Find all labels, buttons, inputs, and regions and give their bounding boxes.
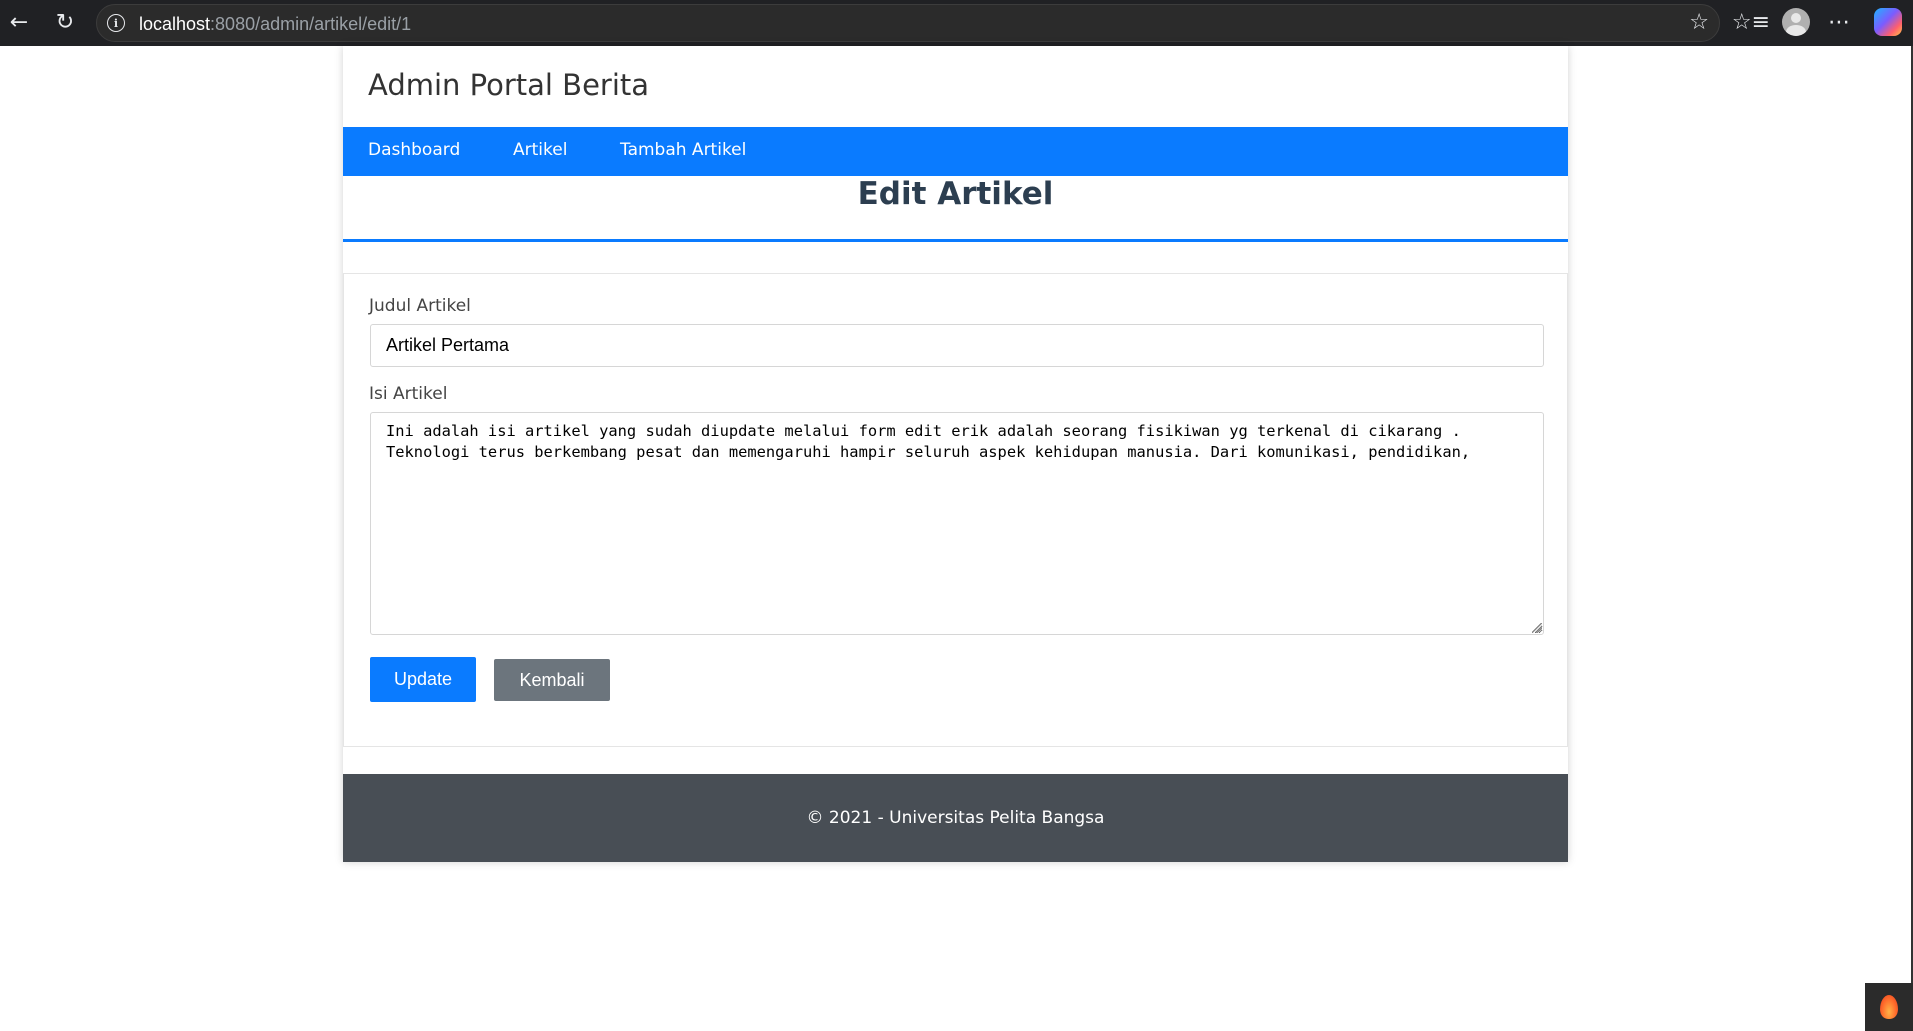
flame-icon <box>1880 995 1898 1019</box>
nav-link-artikel[interactable]: Artikel <box>513 140 567 160</box>
site-title: Admin Portal Berita <box>368 68 650 102</box>
edit-article-form: Judul Artikel Isi Artikel Ini adalah isi… <box>343 273 1568 747</box>
favorites-list-icon[interactable]: ☆≡ <box>1732 6 1770 40</box>
more-menu-icon[interactable]: ⋯ <box>1822 6 1856 40</box>
content-label: Isi Artikel <box>369 384 448 404</box>
page-title: Edit Artikel <box>857 176 1054 212</box>
site-header: Admin Portal Berita <box>343 46 1568 127</box>
page-heading-section: Edit Artikel <box>343 176 1568 242</box>
info-icon[interactable]: i <box>107 14 125 32</box>
back-button[interactable]: Kembali <box>494 659 610 701</box>
url-path: :8080/admin/artikel/edit/1 <box>210 14 412 34</box>
copilot-icon[interactable] <box>1874 8 1902 36</box>
site-footer: © 2021 - Universitas Pelita Bangsa <box>343 774 1568 862</box>
main-navbar: Dashboard Artikel Tambah Artikel <box>343 127 1568 176</box>
footer-copyright: © 2021 - Universitas Pelita Bangsa <box>806 808 1105 828</box>
profile-avatar-icon[interactable] <box>1782 8 1810 36</box>
textarea-resize-handle[interactable] <box>1532 623 1542 633</box>
reload-icon[interactable]: ↻ <box>48 6 82 40</box>
back-arrow-icon[interactable]: ← <box>2 6 36 40</box>
address-bar[interactable]: i localhost:8080/admin/artikel/edit/1 ☆ <box>96 4 1720 42</box>
page-viewport: Admin Portal Berita Dashboard Artikel Ta… <box>0 46 1913 1031</box>
article-content-textarea[interactable]: Ini adalah isi artikel yang sudah diupda… <box>370 412 1544 635</box>
url-host: localhost <box>139 14 211 34</box>
article-title-input[interactable] <box>370 324 1544 367</box>
favorite-star-icon[interactable]: ☆ <box>1689 10 1709 35</box>
browser-toolbar: ← ↻ i localhost:8080/admin/artikel/edit/… <box>0 0 1913 46</box>
nav-link-dashboard[interactable]: Dashboard <box>368 140 460 160</box>
debug-toolbar-toggle[interactable] <box>1865 983 1913 1031</box>
title-label: Judul Artikel <box>369 296 471 316</box>
url-text[interactable]: localhost:8080/admin/artikel/edit/1 <box>139 14 411 35</box>
nav-link-tambah-artikel[interactable]: Tambah Artikel <box>620 140 746 160</box>
page-container: Admin Portal Berita Dashboard Artikel Ta… <box>343 46 1568 862</box>
update-button[interactable]: Update <box>370 657 476 702</box>
